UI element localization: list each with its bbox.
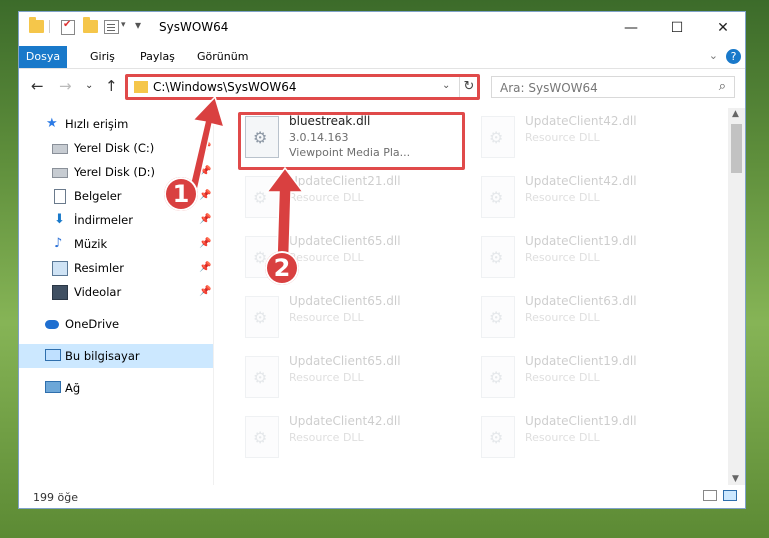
arrow-2	[265, 166, 305, 259]
annotation-arrows	[188, 95, 305, 259]
arrow-1	[188, 95, 226, 193]
step-1-badge: 1	[164, 177, 198, 211]
step-2-badge: 2	[265, 251, 299, 285]
